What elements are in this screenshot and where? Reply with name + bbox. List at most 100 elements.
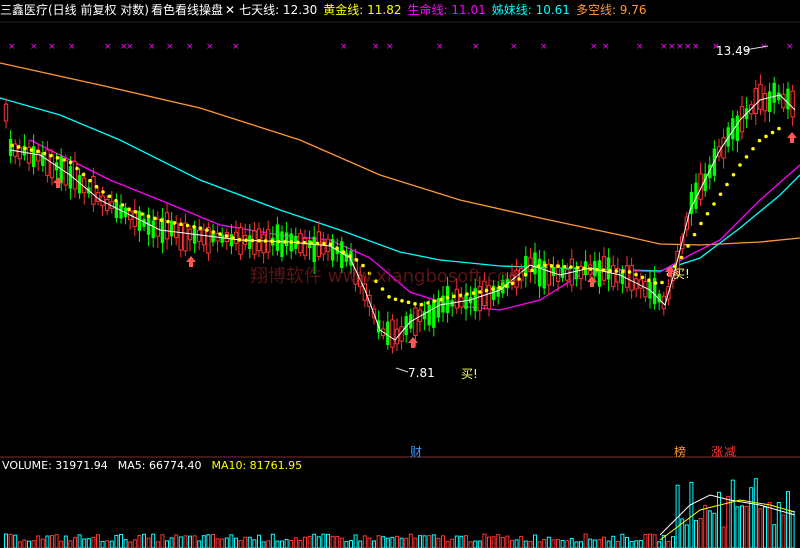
high-price-label: 13.49 (716, 44, 751, 58)
gold-dot (725, 182, 729, 187)
volume-bar (169, 537, 174, 548)
gold-dot (101, 190, 105, 194)
gold-dot (270, 239, 274, 244)
gold-dot (445, 295, 450, 300)
candle-body (432, 299, 436, 328)
volume-bar (261, 541, 266, 548)
candle-body (17, 147, 23, 160)
gold-dot (211, 230, 216, 234)
gold-dot (140, 212, 144, 216)
candle-body (187, 228, 193, 241)
buy-signal-label: 买! (461, 367, 478, 381)
gold-readout: 黄金线: 11.82 (323, 3, 402, 17)
signal-cross: × (590, 42, 598, 52)
candle-body (220, 234, 224, 243)
volume-bar (459, 535, 464, 548)
gold-dot (224, 234, 229, 238)
gold-dot (426, 301, 430, 305)
close-icon[interactable]: ✕ (225, 3, 235, 17)
candle-body (201, 229, 207, 246)
signal-cross: × (8, 42, 16, 52)
candle-body (464, 294, 468, 310)
signal-cross: × (166, 42, 174, 52)
candle-body (643, 281, 648, 298)
gold-dot (153, 216, 157, 221)
volume-bar (155, 541, 160, 548)
candle-body (49, 154, 55, 179)
signal-cross: × (386, 42, 394, 52)
volume-bar (629, 541, 634, 548)
candle-body (486, 285, 492, 310)
signal-cross-row: ×××××××××××××××××××××××××××××× (8, 42, 794, 52)
volume-bar (45, 535, 50, 548)
volume-bar (109, 540, 114, 548)
volume-bar (551, 539, 556, 548)
signal-cross: × (206, 42, 214, 52)
volume-bar (519, 535, 524, 548)
candle-body (551, 267, 556, 277)
gold-dot (10, 143, 14, 148)
life-readout: 生命线: 11.01 (407, 3, 486, 17)
candle-body (13, 143, 18, 157)
volume-bar (781, 514, 786, 548)
gold-dot (692, 232, 697, 237)
candle-body (151, 220, 155, 239)
gold-dot (439, 297, 443, 302)
candle-body (781, 93, 786, 109)
volume-bar (123, 539, 128, 548)
gold-dot (36, 149, 40, 154)
candle-body (8, 138, 13, 157)
volume-bar (257, 534, 261, 548)
candle-body (606, 257, 611, 280)
candle-body (229, 234, 234, 247)
volume-bar (602, 536, 606, 548)
gold-dot (192, 225, 196, 229)
volume-bar (441, 535, 445, 548)
volume-bar (638, 539, 643, 548)
volume-bar (367, 537, 372, 548)
gold-dot (75, 166, 79, 171)
gold-dot (601, 268, 606, 273)
volume-bar (537, 541, 542, 548)
volume-bar (137, 535, 142, 548)
event-marker-bang[interactable]: 榜 (674, 443, 686, 460)
event-marker-cai[interactable]: 财 (410, 443, 422, 460)
volume-bar (657, 541, 662, 548)
volume-bar (376, 535, 381, 548)
volume-bar (100, 540, 105, 548)
candle-body (620, 271, 625, 285)
gold-dot (88, 178, 92, 183)
gold-dot (244, 238, 248, 243)
volume-bar (528, 540, 533, 548)
volume-bar (119, 533, 123, 548)
gold-dot (309, 241, 313, 245)
volume-bar (615, 541, 620, 548)
candle-body (330, 238, 335, 261)
volume-bar (482, 533, 487, 548)
gold-dot (250, 238, 255, 243)
volume-bar (491, 536, 496, 548)
volume-bar (132, 539, 137, 548)
candle-body (767, 91, 772, 112)
gold-dot (627, 270, 632, 274)
event-marker-zhang[interactable]: 涨 (711, 443, 723, 460)
low-pointer-line (395, 367, 409, 373)
volume-bar (275, 540, 280, 548)
volume-bar (721, 526, 726, 548)
candle-body (638, 279, 643, 289)
volume-bar (178, 536, 183, 548)
volume-bar (399, 537, 404, 548)
volume-bar (224, 537, 229, 548)
candle-body (459, 296, 464, 308)
signal-cross: × (676, 42, 684, 52)
event-marker-jian[interactable]: 减 (724, 443, 736, 460)
volume-bar (464, 535, 468, 548)
gold-dot (16, 145, 21, 149)
gold-dot (718, 192, 723, 197)
candle-body (721, 137, 726, 159)
buy-arrow-icon (408, 337, 418, 348)
volume-bar (188, 535, 192, 548)
candle-body (114, 201, 119, 219)
gold-dot (218, 232, 222, 236)
volume-bar (546, 536, 551, 548)
